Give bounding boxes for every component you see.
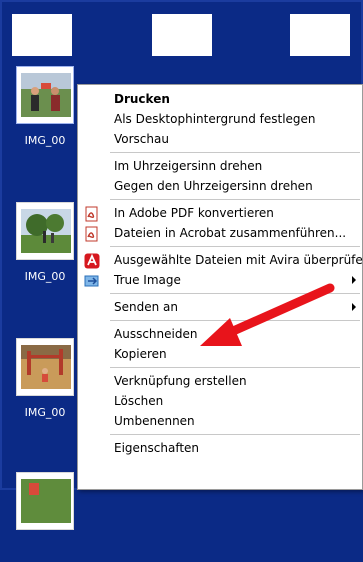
thumbnail-top-edge xyxy=(290,14,350,56)
menu-item-label: Verknüpfung erstellen xyxy=(114,374,247,388)
menu-item-vorschau[interactable]: Vorschau xyxy=(78,129,362,149)
true-image-icon xyxy=(84,273,100,289)
menu-item-label: Löschen xyxy=(114,394,164,408)
thumbnail-frame xyxy=(16,338,74,396)
menu-item-gegen-den-uhrzeigersinn-drehen[interactable]: Gegen den Uhrzeigersinn drehen xyxy=(78,176,362,196)
menu-item-label: Drucken xyxy=(114,92,170,106)
thumbnail-frame xyxy=(16,66,74,124)
menu-item-label: Kopieren xyxy=(114,347,167,361)
menu-item-in-adobe-pdf-konvertieren[interactable]: In Adobe PDF konvertieren xyxy=(78,203,362,223)
thumbnail-label: IMG_00 xyxy=(24,134,66,147)
menu-item-label: Vorschau xyxy=(114,132,169,146)
menu-item-im-uhrzeigersinn-drehen[interactable]: Im Uhrzeigersinn drehen xyxy=(78,156,362,176)
menu-item-label: Im Uhrzeigersinn drehen xyxy=(114,159,263,173)
menu-item-als-desktophintergrund-festlegen[interactable]: Als Desktophintergrund festlegen xyxy=(78,109,362,129)
menu-item-label: Ausgewählte Dateien mit Avira überprüfen xyxy=(114,253,363,267)
thumbnail-frame xyxy=(16,472,74,530)
thumbnail-label: IMG_00 xyxy=(24,406,66,419)
thumbnail-top-edge xyxy=(12,14,72,56)
adobe-pdf-icon xyxy=(84,206,100,222)
menu-item-label: True Image xyxy=(114,273,181,287)
menu-item-label: Als Desktophintergrund festlegen xyxy=(114,112,316,126)
thumbnail-item[interactable]: IMG_00 xyxy=(10,202,80,292)
menu-item-löschen[interactable]: Löschen xyxy=(78,391,362,411)
thumbnail-frame xyxy=(16,202,74,260)
photo-thumbnail xyxy=(21,345,71,389)
menu-item-label: In Adobe PDF konvertieren xyxy=(114,206,274,220)
thumbnail-item[interactable] xyxy=(10,472,80,562)
menu-item-drucken[interactable]: Drucken xyxy=(78,89,362,109)
thumbnail-top-edge xyxy=(152,14,212,56)
thumbnail-label: IMG_00 xyxy=(24,270,66,283)
menu-item-label: Gegen den Uhrzeigersinn drehen xyxy=(114,179,313,193)
menu-separator xyxy=(110,434,360,435)
thumbnail-item[interactable]: IMG_00 xyxy=(10,66,80,156)
thumbnail-item[interactable]: IMG_00 xyxy=(10,338,80,428)
menu-item-dateien-in-acrobat-zusammenführen[interactable]: Dateien in Acrobat zusammenführen... xyxy=(78,223,362,243)
menu-item-label: Senden an xyxy=(114,300,178,314)
menu-item-label: Umbenennen xyxy=(114,414,195,428)
menu-separator xyxy=(110,152,360,153)
acrobat-combine-icon xyxy=(84,226,100,242)
avira-icon xyxy=(84,253,100,269)
menu-item-label: Dateien in Acrobat zusammenführen... xyxy=(114,226,347,240)
photo-thumbnail xyxy=(21,479,71,523)
menu-item-eigenschaften[interactable]: Eigenschaften xyxy=(78,438,362,458)
submenu-arrow-icon xyxy=(352,303,356,311)
menu-item-verknüpfung-erstellen[interactable]: Verknüpfung erstellen xyxy=(78,371,362,391)
menu-item-umbenennen[interactable]: Umbenennen xyxy=(78,411,362,431)
menu-item-label: Ausschneiden xyxy=(114,327,198,341)
photo-thumbnail xyxy=(21,73,71,117)
photo-thumbnail xyxy=(21,209,71,253)
menu-separator xyxy=(110,199,360,200)
menu-separator xyxy=(110,367,360,368)
submenu-arrow-icon xyxy=(352,276,356,284)
annotation-arrow-icon xyxy=(200,283,335,346)
menu-item-label: Eigenschaften xyxy=(114,441,200,455)
menu-item-ausgewählte-dateien-mit-avira-überprüfen[interactable]: Ausgewählte Dateien mit Avira überprüfen xyxy=(78,250,363,270)
menu-separator xyxy=(110,246,360,247)
